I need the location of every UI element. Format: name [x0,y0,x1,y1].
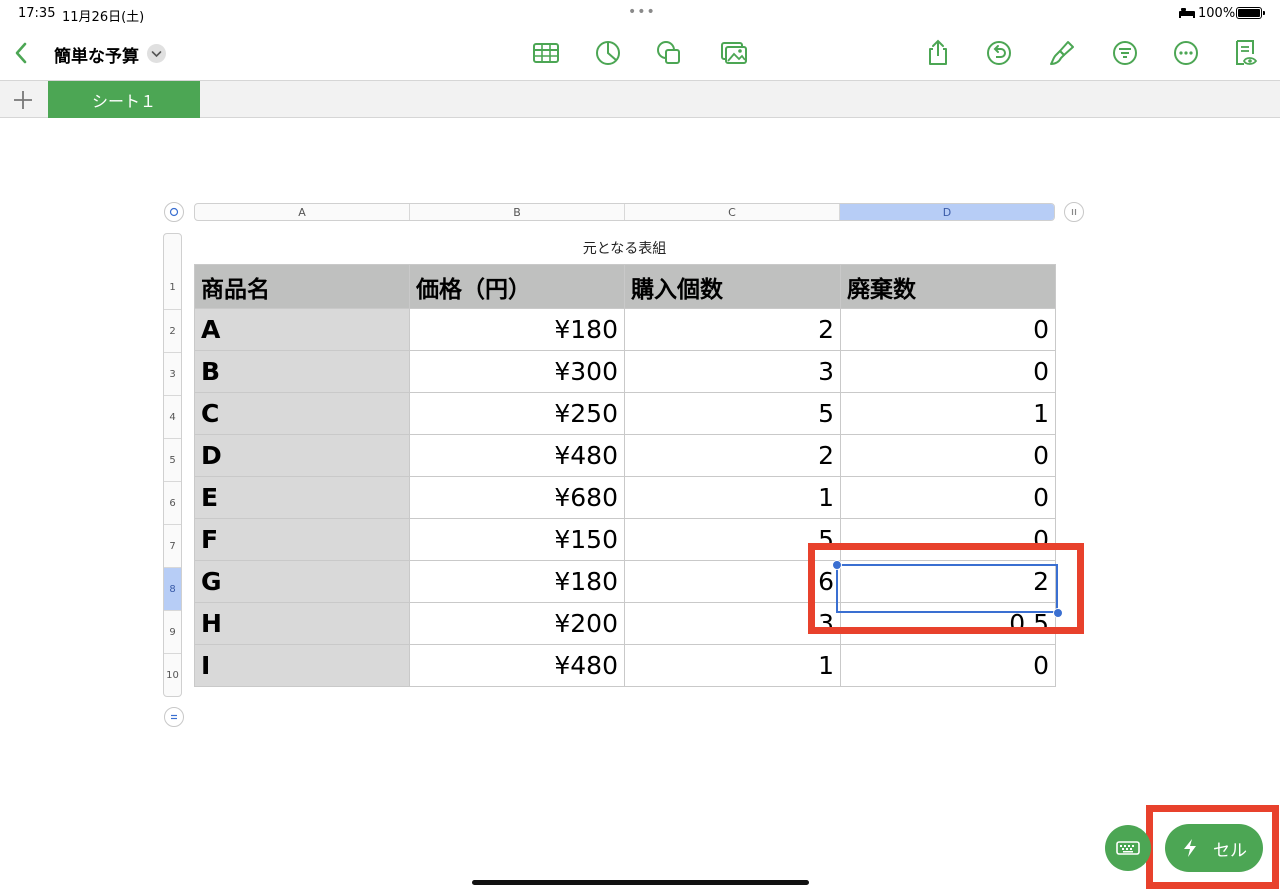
cell-waste[interactable]: 1 [840,392,1056,435]
table-row: I ¥480 1 0 [194,644,1056,687]
filter-icon[interactable] [1108,36,1142,70]
chevron-down-icon[interactable] [147,44,166,63]
cell-price[interactable]: ¥150 [409,518,625,561]
cell-waste[interactable]: 0 [840,434,1056,477]
highlight-box-cell [808,543,1084,634]
more-icon[interactable] [1169,36,1203,70]
header-cell-waste[interactable]: 廃棄数 [840,264,1056,309]
row-header-1[interactable]: 1 [164,265,181,309]
table-header-row: 商品名 価格（円） 購入個数 廃棄数 [194,264,1056,309]
add-row-handle[interactable] [164,707,184,727]
keyboard-button[interactable] [1105,825,1151,871]
battery-percent: 100% [1198,6,1236,21]
share-icon[interactable] [921,36,955,70]
multitasking-dots-icon[interactable]: ••• [628,4,656,20]
header-cell-price[interactable]: 価格（円） [409,264,625,309]
cell-waste[interactable]: 0 [840,350,1056,393]
cell-price[interactable]: ¥480 [409,434,625,477]
add-sheet-icon[interactable] [10,87,36,113]
cell-name[interactable]: C [194,392,410,435]
cell-quantity[interactable]: 1 [624,476,841,519]
table-row: B ¥300 3 0 [194,350,1056,393]
cell-price[interactable]: ¥300 [409,350,625,393]
row-header-7[interactable]: 7 [164,524,181,567]
table-row: D ¥480 2 0 [194,434,1056,477]
table-icon[interactable] [529,36,563,70]
table-row: C ¥250 5 1 [194,392,1056,435]
status-date: 11月26日(土) [62,10,145,25]
column-header-a[interactable]: A [195,204,410,220]
row-header-9[interactable]: 9 [164,610,181,653]
table-row: E ¥680 1 0 [194,476,1056,519]
undo-icon[interactable] [982,36,1016,70]
shape-icon[interactable] [652,36,686,70]
cell-price[interactable]: ¥680 [409,476,625,519]
media-icon[interactable] [717,36,751,70]
cell-quantity[interactable]: 2 [624,434,841,477]
cell-name[interactable]: G [194,560,410,603]
row-header-3[interactable]: 3 [164,352,181,395]
column-header-d[interactable]: D [840,204,1054,220]
home-indicator[interactable] [472,880,809,885]
column-header-c[interactable]: C [625,204,840,220]
cell-quantity[interactable]: 3 [624,350,841,393]
lightning-icon [1184,839,1196,857]
cell-waste[interactable]: 0 [840,644,1056,687]
cell-price[interactable]: ¥200 [409,602,625,645]
row-header-10[interactable]: 10 [164,653,181,696]
cell-name[interactable]: E [194,476,410,519]
cell-price[interactable]: ¥180 [409,308,625,351]
cell-name[interactable]: D [194,434,410,477]
column-header-b[interactable]: B [410,204,625,220]
document-title[interactable]: 簡単な予算 [54,42,139,67]
status-bar: 17:35 11月26日(土) ••• 100% [0,0,1280,28]
cell-name[interactable]: H [194,602,410,645]
table-title[interactable]: 元となる表組 [194,238,1055,258]
cell-quantity[interactable]: 1 [624,644,841,687]
sleep-focus-icon [1179,8,1195,18]
cell-name[interactable]: B [194,350,410,393]
header-cell-product[interactable]: 商品名 [194,264,410,309]
tab-sheet-1[interactable]: シート１ [48,81,200,118]
cell-action-label: セル [1213,840,1247,861]
cell-quantity[interactable]: 2 [624,308,841,351]
back-chevron-icon[interactable] [8,36,36,70]
format-brush-icon[interactable] [1045,36,1079,70]
cell-price[interactable]: ¥480 [409,644,625,687]
chart-icon[interactable] [591,36,625,70]
header-cell-quantity[interactable]: 購入個数 [624,264,841,309]
cell-action-button[interactable]: セル [1165,824,1263,872]
cell-quantity[interactable]: 5 [624,392,841,435]
status-time: 17:35 [18,6,56,21]
battery-icon [1236,7,1265,19]
column-header-bar[interactable]: A B C D [194,203,1055,221]
cell-name[interactable]: A [194,308,410,351]
keyboard-icon [1116,841,1140,855]
cell-price[interactable]: ¥250 [409,392,625,435]
toolbar: 簡単な予算 [0,28,1280,80]
row-header-4[interactable]: 4 [164,395,181,438]
table-row: A ¥180 2 0 [194,308,1056,351]
cell-name[interactable]: I [194,644,410,687]
row-header-8[interactable]: 8 [164,567,181,610]
reader-view-icon[interactable] [1229,36,1263,70]
cell-waste[interactable]: 0 [840,308,1056,351]
sheet-tab-bar: シート１ [0,80,1280,118]
row-header-6[interactable]: 6 [164,481,181,524]
table-select-handle[interactable] [164,202,184,222]
cell-price[interactable]: ¥180 [409,560,625,603]
cell-waste[interactable]: 0 [840,476,1056,519]
add-column-handle[interactable] [1064,202,1084,222]
row-header-2[interactable]: 2 [164,309,181,352]
row-header-5[interactable]: 5 [164,438,181,481]
row-header-bar[interactable]: 1 2 3 4 5 6 7 8 9 10 [163,233,182,697]
cell-name[interactable]: F [194,518,410,561]
